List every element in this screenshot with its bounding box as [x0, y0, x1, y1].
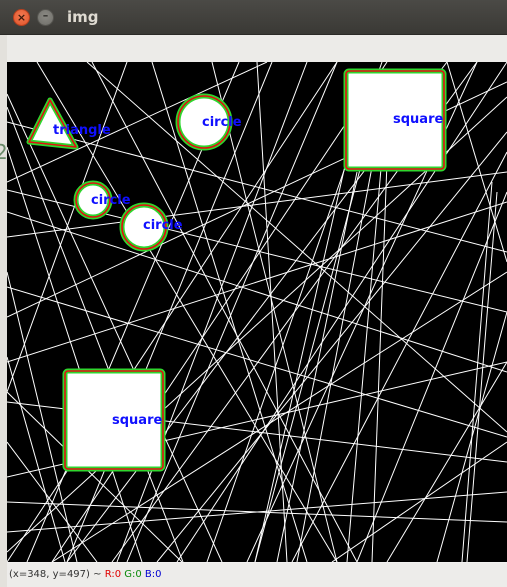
hough-line	[276, 171, 358, 562]
square-label: square	[112, 413, 162, 428]
hough-line	[436, 311, 507, 562]
title-bar[interactable]: × – img	[0, 0, 507, 35]
circle-shape: circle	[119, 202, 183, 252]
hough-line	[386, 361, 507, 562]
hough-line	[331, 441, 507, 562]
triangle-label: triangle	[53, 123, 111, 138]
hough-line	[466, 191, 498, 562]
circle-label: circle	[143, 218, 183, 233]
square-shape: square	[343, 68, 447, 172]
minimize-button[interactable]: –	[37, 9, 54, 26]
hough-line	[126, 62, 338, 562]
close-icon: ×	[16, 11, 27, 24]
circle-shape: circle	[175, 93, 242, 151]
hough-line	[7, 211, 507, 373]
square-shape: square	[62, 368, 166, 472]
image-window: × – img 2 triangle circle square circle circ…	[0, 0, 507, 587]
circle-label: circle	[91, 193, 131, 208]
cursor-coords: (x=348, y=497) ~	[9, 569, 102, 580]
hough-line	[461, 181, 493, 562]
left-edge: 2	[0, 35, 8, 587]
hough-line	[356, 191, 507, 562]
circle-label: circle	[202, 115, 242, 130]
image-svg: triangle circle square circle circle square	[7, 62, 507, 562]
toolbar	[7, 35, 507, 63]
pixel-green: G:0	[124, 569, 142, 580]
image-canvas[interactable]: triangle circle square circle circle square	[7, 62, 507, 562]
pixel-red: R:0	[104, 569, 122, 580]
square-label: square	[393, 112, 443, 127]
pixel-blue: B:0	[144, 569, 162, 580]
hough-line	[446, 62, 507, 263]
hough-line	[151, 62, 308, 562]
window-title: img	[67, 8, 99, 26]
circle-shape: circle	[73, 180, 131, 220]
hough-line	[156, 131, 507, 562]
close-button[interactable]: ×	[13, 9, 30, 26]
status-bar: (x=348, y=497) ~ R:0 G:0 B:0	[7, 563, 507, 587]
minimize-icon: –	[42, 9, 49, 22]
